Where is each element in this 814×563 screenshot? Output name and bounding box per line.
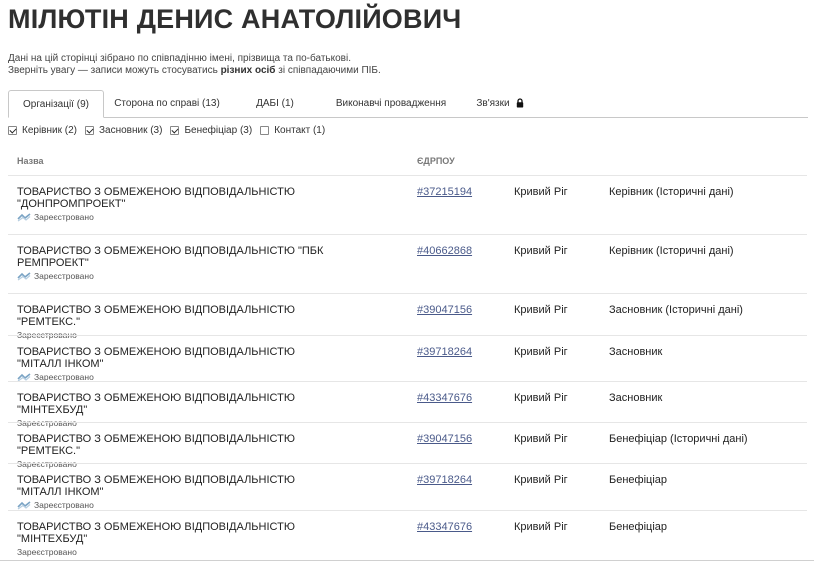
role: Керівник (Історичні дані) bbox=[609, 186, 734, 198]
edrpou-link[interactable]: #39047156 bbox=[417, 304, 472, 316]
registered-icon bbox=[17, 271, 31, 280]
edrpou-link[interactable]: #39718264 bbox=[417, 474, 472, 486]
table-row: ТОВАРИСТВО З ОБМЕЖЕНОЮ ВІДПОВІДАЛЬНІСТЮ … bbox=[8, 510, 807, 557]
role: Керівник (Історичні дані) bbox=[609, 245, 734, 257]
city: Кривий Ріг bbox=[514, 392, 568, 404]
table-row: ТОВАРИСТВО З ОБМЕЖЕНОЮ ВІДПОВІДАЛЬНІСТЮ … bbox=[8, 335, 807, 382]
status-badge: Зареєстровано bbox=[17, 211, 337, 223]
role: Засновник bbox=[609, 392, 663, 404]
checkbox[interactable] bbox=[8, 126, 17, 135]
table-row: ТОВАРИСТВО З ОБМЕЖЕНОЮ ВІДПОВІДАЛЬНІСТЮ … bbox=[8, 175, 807, 235]
checkbox[interactable] bbox=[170, 126, 180, 135]
city: Кривий Ріг bbox=[514, 346, 568, 358]
organization-name-cell: ТОВАРИСТВО З ОБМЕЖЕНОЮ ВІДПОВІДАЛЬНІСТЮ … bbox=[17, 346, 337, 383]
table-row: ТОВАРИСТВО З ОБМЕЖЕНОЮ ВІДПОВІДАЛЬНІСТЮ … bbox=[8, 293, 807, 340]
tab-connections[interactable]: Зв'язки bbox=[460, 90, 540, 117]
status-badge: Зареєстровано bbox=[17, 547, 77, 557]
city: Кривий Ріг bbox=[514, 433, 568, 445]
organization-name-cell: ТОВАРИСТВО З ОБМЕЖЕНОЮ ВІДПОВІДАЛЬНІСТЮ … bbox=[17, 521, 337, 558]
table-row: ТОВАРИСТВО З ОБМЕЖЕНОЮ ВІДПОВІДАЛЬНІСТЮ … bbox=[8, 381, 807, 428]
organization-name[interactable]: ТОВАРИСТВО З ОБМЕЖЕНОЮ ВІДПОВІДАЛЬНІСТЮ … bbox=[17, 521, 337, 545]
status-badge: Зареєстровано bbox=[17, 270, 337, 282]
role: Бенефіціар bbox=[609, 521, 668, 533]
notice-line-2: Зверніть увагу — записи можуть стосувати… bbox=[8, 65, 381, 76]
notice-emphasis: різних осіб bbox=[220, 65, 276, 76]
role-filters: Керівник (2) Засновник (3) Бенефіціар (3… bbox=[8, 125, 333, 136]
role: Бенефіціар bbox=[609, 474, 668, 486]
organization-name[interactable]: ТОВАРИСТВО З ОБМЕЖЕНОЮ ВІДПОВІДАЛЬНІСТЮ … bbox=[17, 392, 337, 416]
edrpou-link[interactable]: #43347676 bbox=[417, 521, 472, 533]
filter-contact[interactable]: Контакт (1) bbox=[260, 125, 325, 136]
edrpou-link[interactable]: #37215194 bbox=[417, 186, 472, 198]
city: Кривий Ріг bbox=[514, 186, 568, 198]
organization-name-cell: ТОВАРИСТВО З ОБМЕЖЕНОЮ ВІДПОВІДАЛЬНІСТЮ … bbox=[17, 245, 337, 282]
column-header-name: Назва bbox=[17, 156, 44, 166]
registered-icon bbox=[17, 500, 31, 509]
tab-organizations[interactable]: Організації (9) bbox=[8, 90, 104, 118]
table-row: ТОВАРИСТВО З ОБМЕЖЕНОЮ ВІДПОВІДАЛЬНІСТЮ … bbox=[8, 463, 807, 511]
organization-name[interactable]: ТОВАРИСТВО З ОБМЕЖЕНОЮ ВІДПОВІДАЛЬНІСТЮ … bbox=[17, 474, 337, 498]
tab-case-party[interactable]: Сторона по справі (13) bbox=[108, 90, 226, 117]
table-row: ТОВАРИСТВО З ОБМЕЖЕНОЮ ВІДПОВІДАЛЬНІСТЮ … bbox=[8, 234, 807, 294]
lock-icon bbox=[516, 97, 523, 107]
page-title: МІЛЮТІН ДЕНИС АНАТОЛІЙОВИЧ bbox=[8, 4, 462, 34]
tab-enforcement[interactable]: Виконавчі провадження bbox=[324, 90, 458, 117]
registered-icon bbox=[17, 212, 31, 221]
edrpou-link[interactable]: #39718264 bbox=[417, 346, 472, 358]
checkbox[interactable] bbox=[260, 126, 270, 135]
table-row: ТОВАРИСТВО З ОБМЕЖЕНОЮ ВІДПОВІДАЛЬНІСТЮ … bbox=[8, 422, 807, 469]
role: Бенефіціар (Історичні дані) bbox=[609, 433, 748, 445]
organization-name[interactable]: ТОВАРИСТВО З ОБМЕЖЕНОЮ ВІДПОВІДАЛЬНІСТЮ … bbox=[17, 186, 337, 210]
organization-name[interactable]: ТОВАРИСТВО З ОБМЕЖЕНОЮ ВІДПОВІДАЛЬНІСТЮ … bbox=[17, 245, 337, 269]
edrpou-link[interactable]: #39047156 bbox=[417, 433, 472, 445]
page-divider bbox=[0, 560, 814, 561]
city: Кривий Ріг bbox=[514, 474, 568, 486]
edrpou-link[interactable]: #40662868 bbox=[417, 245, 472, 257]
filter-beneficiary[interactable]: Бенефіціар (3) bbox=[170, 125, 252, 136]
organization-name[interactable]: ТОВАРИСТВО З ОБМЕЖЕНОЮ ВІДПОВІДАЛЬНІСТЮ … bbox=[17, 346, 337, 370]
role: Засновник (Історичні дані) bbox=[609, 304, 743, 316]
role: Засновник bbox=[609, 346, 663, 358]
organization-name-cell: ТОВАРИСТВО З ОБМЕЖЕНОЮ ВІДПОВІДАЛЬНІСТЮ … bbox=[17, 186, 337, 223]
page-notice: Дані на цій сторінці зібрано по співпаді… bbox=[8, 53, 381, 77]
organization-name-cell: ТОВАРИСТВО З ОБМЕЖЕНОЮ ВІДПОВІДАЛЬНІСТЮ … bbox=[17, 474, 337, 511]
edrpou-link[interactable]: #43347676 bbox=[417, 392, 472, 404]
filter-founder[interactable]: Засновник (3) bbox=[84, 125, 162, 136]
tab-dabi[interactable]: ДАБІ (1) bbox=[236, 90, 314, 117]
city: Кривий Ріг bbox=[514, 304, 568, 316]
organization-name[interactable]: ТОВАРИСТВО З ОБМЕЖЕНОЮ ВІДПОВІДАЛЬНІСТЮ … bbox=[17, 433, 337, 457]
tab-bar: Організації (9) Сторона по справі (13) Д… bbox=[8, 90, 808, 118]
notice-line-1: Дані на цій сторінці зібрано по співпаді… bbox=[8, 53, 351, 64]
organization-name[interactable]: ТОВАРИСТВО З ОБМЕЖЕНОЮ ВІДПОВІДАЛЬНІСТЮ … bbox=[17, 304, 337, 328]
checkbox[interactable] bbox=[84, 126, 94, 135]
city: Кривий Ріг bbox=[514, 521, 568, 533]
city: Кривий Ріг bbox=[514, 245, 568, 257]
filter-manager[interactable]: Керівник (2) bbox=[8, 125, 77, 136]
column-header-code: ЄДРПОУ bbox=[417, 156, 455, 166]
